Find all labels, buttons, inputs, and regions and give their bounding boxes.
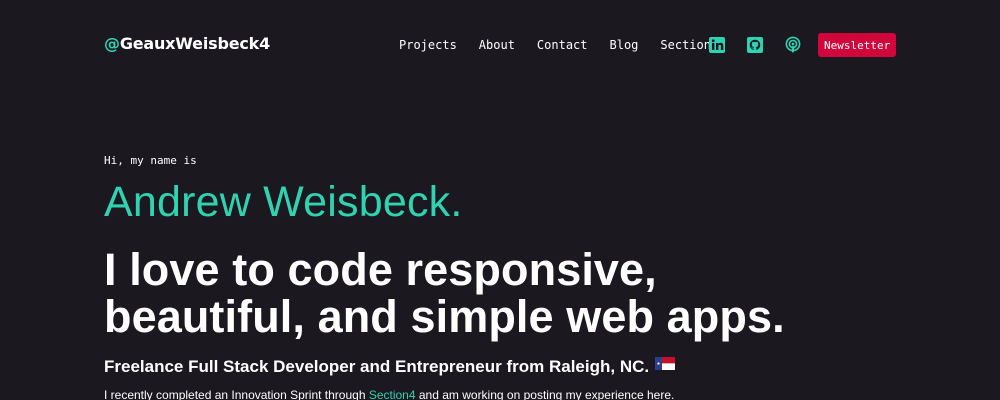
- hero-subtitle: Freelance Full Stack Developer and Entre…: [104, 356, 676, 377]
- subtitle-text: Freelance Full Stack Developer and Entre…: [104, 357, 650, 376]
- north-carolina-flag-icon: [655, 356, 676, 370]
- hero-tagline: I love to code responsive, beautiful, an…: [104, 246, 785, 340]
- intro-text: Hi, my name is: [104, 154, 197, 167]
- site-logo[interactable]: @GeauxWeisbeck4: [104, 34, 270, 53]
- section4-link[interactable]: Section4: [369, 388, 416, 400]
- body-text-after: and am working on posting my experience …: [415, 388, 675, 400]
- tagline-line-1: I love to code responsive,: [104, 244, 657, 295]
- hero-name: Andrew Weisbeck.: [104, 178, 463, 226]
- main-nav: Projects About Contact Blog Section 4: [399, 33, 725, 57]
- nav-link-contact[interactable]: Contact: [537, 38, 588, 52]
- linkedin-icon[interactable]: [708, 36, 726, 54]
- nav-link-about[interactable]: About: [479, 38, 515, 52]
- tagline-line-2: beautiful, and simple web apps.: [104, 291, 785, 342]
- logo-name: GeauxWeisbeck4: [119, 34, 271, 53]
- social-icons: [708, 33, 802, 57]
- nav-link-projects[interactable]: Projects: [399, 38, 457, 52]
- github-icon[interactable]: [746, 36, 764, 54]
- hero-body-text: I recently completed an Innovation Sprin…: [104, 388, 674, 400]
- logo-at-symbol: @: [104, 34, 120, 53]
- podcast-icon[interactable]: [784, 36, 802, 54]
- body-text-before: I recently completed an Innovation Sprin…: [104, 388, 369, 400]
- newsletter-button[interactable]: Newsletter: [818, 33, 897, 57]
- nav-link-blog[interactable]: Blog: [610, 38, 639, 52]
